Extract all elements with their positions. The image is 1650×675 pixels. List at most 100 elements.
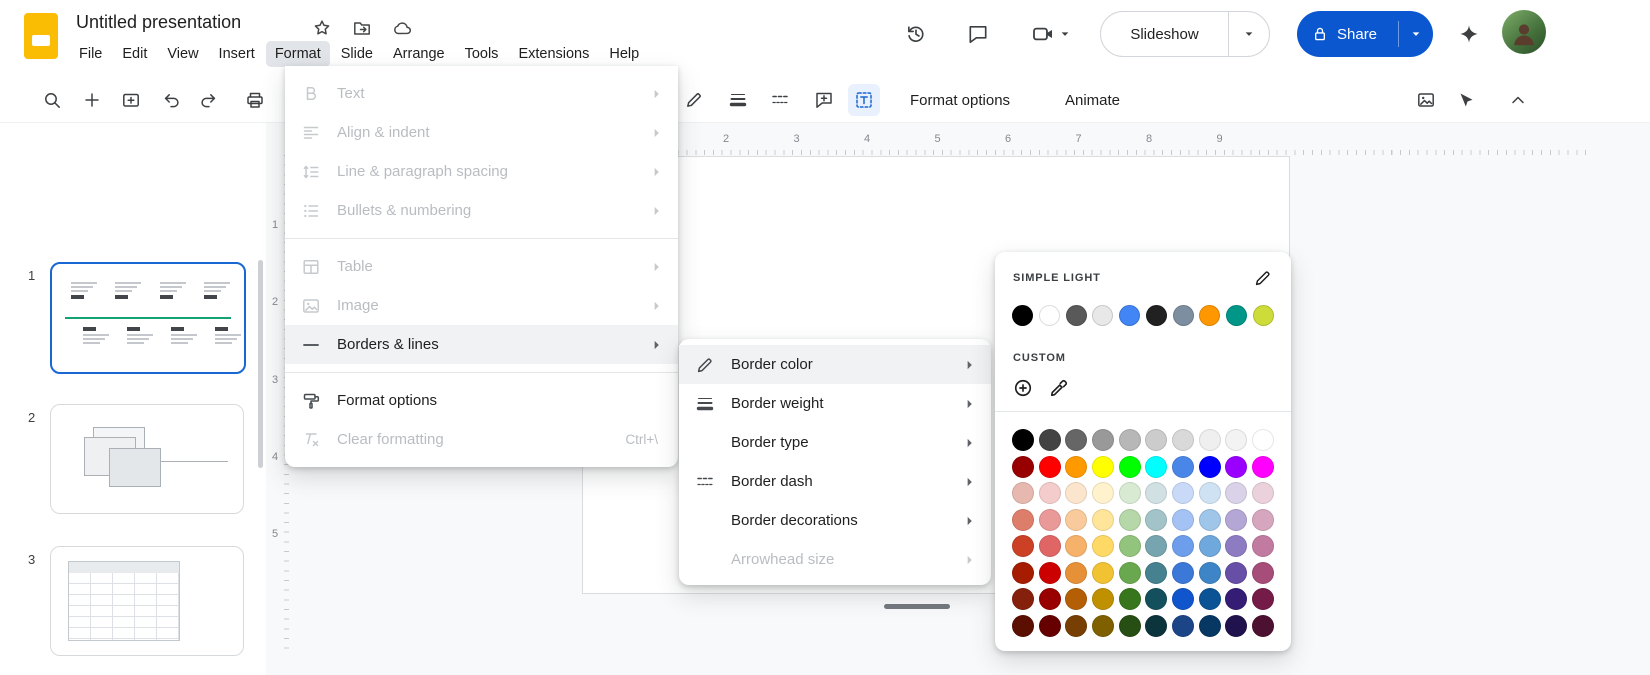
palette-color-swatch[interactable]: [1145, 456, 1167, 478]
move-folder-icon[interactable]: [350, 16, 374, 40]
share-options-caret[interactable]: [1399, 26, 1433, 42]
menu-slide[interactable]: Slide: [332, 41, 382, 67]
cloud-status-icon[interactable]: [390, 16, 414, 40]
palette-color-swatch[interactable]: [1145, 588, 1167, 610]
slide-thumbnail-3[interactable]: [50, 546, 244, 656]
palette-color-swatch[interactable]: [1039, 615, 1061, 637]
palette-color-swatch[interactable]: [1172, 456, 1194, 478]
menu-insert[interactable]: Insert: [210, 41, 264, 67]
palette-color-swatch[interactable]: [1065, 456, 1087, 478]
animate-button[interactable]: Animate: [1055, 82, 1130, 118]
palette-color-swatch[interactable]: [1012, 588, 1034, 610]
borders-submenu-item-border-color[interactable]: Border color: [679, 345, 991, 384]
borders-submenu-item-border-dash[interactable]: Border dash: [679, 462, 991, 501]
palette-color-swatch[interactable]: [1199, 615, 1221, 637]
palette-color-swatch[interactable]: [1172, 482, 1194, 504]
palette-color-swatch[interactable]: [1039, 535, 1061, 557]
palette-color-swatch[interactable]: [1012, 456, 1034, 478]
palette-color-swatch[interactable]: [1199, 535, 1221, 557]
palette-color-swatch[interactable]: [1172, 429, 1194, 451]
palette-color-swatch[interactable]: [1252, 509, 1274, 531]
palette-color-swatch[interactable]: [1039, 482, 1061, 504]
palette-color-swatch[interactable]: [1119, 535, 1141, 557]
palette-color-swatch[interactable]: [1012, 509, 1034, 531]
palette-color-swatch[interactable]: [1012, 535, 1034, 557]
text-fit-icon[interactable]: [848, 84, 880, 116]
palette-color-swatch[interactable]: [1039, 562, 1061, 584]
palette-color-swatch[interactable]: [1252, 429, 1274, 451]
palette-color-swatch[interactable]: [1225, 482, 1247, 504]
palette-color-swatch[interactable]: [1199, 456, 1221, 478]
palette-color-swatch[interactable]: [1039, 456, 1061, 478]
palette-color-swatch[interactable]: [1252, 456, 1274, 478]
collapse-toolbar-icon[interactable]: [1500, 82, 1536, 118]
palette-color-swatch[interactable]: [1225, 562, 1247, 584]
palette-color-swatch[interactable]: [1225, 615, 1247, 637]
version-history-button[interactable]: [895, 13, 937, 55]
format-options-button[interactable]: Format options: [900, 82, 1020, 118]
palette-color-swatch[interactable]: [1039, 509, 1061, 531]
palette-color-swatch[interactable]: [1225, 456, 1247, 478]
border-weight-icon[interactable]: [720, 82, 756, 118]
palette-color-swatch[interactable]: [1172, 562, 1194, 584]
filmstrip-scrollbar[interactable]: [258, 260, 263, 468]
menu-edit[interactable]: Edit: [113, 41, 156, 67]
border-dash-icon[interactable]: [762, 82, 798, 118]
palette-color-swatch[interactable]: [1145, 482, 1167, 504]
borders-submenu-item-border-weight[interactable]: Border weight: [679, 384, 991, 423]
palette-color-swatch[interactable]: [1092, 615, 1114, 637]
palette-color-swatch[interactable]: [1065, 535, 1087, 557]
palette-color-swatch[interactable]: [1199, 429, 1221, 451]
palette-color-swatch[interactable]: [1065, 509, 1087, 531]
laser-pointer-icon[interactable]: [1448, 82, 1484, 118]
palette-color-swatch[interactable]: [1145, 429, 1167, 451]
share-button[interactable]: Share: [1337, 26, 1398, 43]
palette-color-swatch[interactable]: [1252, 482, 1274, 504]
slides-logo-icon[interactable]: [24, 13, 58, 59]
palette-color-swatch[interactable]: [1012, 562, 1034, 584]
theme-color-swatch[interactable]: [1226, 305, 1247, 326]
format-menu-item-borders-lines[interactable]: Borders & lines: [285, 325, 678, 364]
palette-color-swatch[interactable]: [1092, 588, 1114, 610]
star-icon[interactable]: [310, 16, 334, 40]
theme-color-swatch[interactable]: [1199, 305, 1220, 326]
horizontal-scrollbar[interactable]: [884, 604, 950, 609]
insert-image-icon[interactable]: [1408, 82, 1444, 118]
menu-format[interactable]: Format: [266, 41, 330, 67]
palette-color-swatch[interactable]: [1172, 588, 1194, 610]
theme-color-swatch[interactable]: [1039, 305, 1060, 326]
palette-color-swatch[interactable]: [1199, 562, 1221, 584]
palette-color-swatch[interactable]: [1119, 562, 1141, 584]
search-icon[interactable]: [34, 82, 70, 118]
palette-color-swatch[interactable]: [1199, 509, 1221, 531]
theme-color-swatch[interactable]: [1012, 305, 1033, 326]
add-custom-color-icon[interactable]: [1012, 377, 1034, 399]
palette-color-swatch[interactable]: [1119, 588, 1141, 610]
add-comment-icon[interactable]: [806, 82, 842, 118]
menu-arrange[interactable]: Arrange: [384, 41, 454, 67]
comments-button[interactable]: [957, 13, 999, 55]
redo-icon[interactable]: [190, 82, 226, 118]
palette-color-swatch[interactable]: [1065, 588, 1087, 610]
palette-color-swatch[interactable]: [1252, 535, 1274, 557]
theme-color-swatch[interactable]: [1146, 305, 1167, 326]
palette-color-swatch[interactable]: [1092, 535, 1114, 557]
palette-color-swatch[interactable]: [1225, 588, 1247, 610]
palette-color-swatch[interactable]: [1119, 615, 1141, 637]
menu-tools[interactable]: Tools: [456, 41, 508, 67]
palette-color-swatch[interactable]: [1145, 535, 1167, 557]
new-slide-icon[interactable]: [113, 82, 149, 118]
undo-icon[interactable]: [154, 82, 190, 118]
palette-color-swatch[interactable]: [1172, 535, 1194, 557]
zoom-add-icon[interactable]: [74, 82, 110, 118]
palette-color-swatch[interactable]: [1252, 588, 1274, 610]
palette-color-swatch[interactable]: [1012, 429, 1034, 451]
format-menu-item-format-options[interactable]: Format options: [285, 381, 678, 420]
palette-color-swatch[interactable]: [1092, 482, 1114, 504]
gemini-sparkle-button[interactable]: [1448, 13, 1490, 55]
palette-color-swatch[interactable]: [1039, 588, 1061, 610]
palette-color-swatch[interactable]: [1092, 509, 1114, 531]
palette-color-swatch[interactable]: [1012, 615, 1034, 637]
border-color-pen-icon[interactable]: [676, 82, 712, 118]
palette-color-swatch[interactable]: [1039, 429, 1061, 451]
